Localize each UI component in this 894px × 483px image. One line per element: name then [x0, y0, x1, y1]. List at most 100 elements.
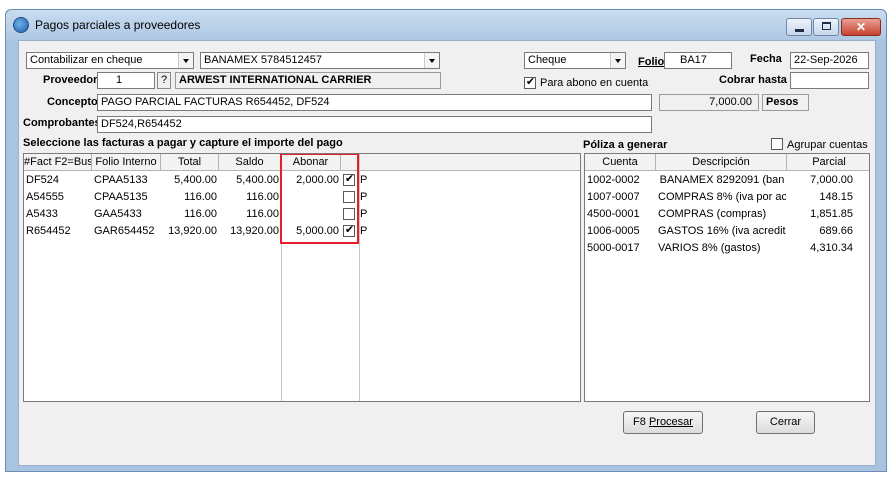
procesar-label: Procesar	[648, 416, 693, 428]
cell-cuenta: 1007-0007	[587, 191, 640, 203]
monto-value: 7,000.00	[709, 96, 752, 108]
cell-descripcion: BANAMEX 8292091 (ban	[659, 174, 785, 186]
col-header-flag[interactable]	[359, 154, 580, 171]
concepto-label: Concepto	[47, 96, 98, 108]
cell-folio: CPAA5135	[94, 191, 148, 203]
form-panel: Contabilizar en cheque BANAMEX 578451245…	[18, 40, 876, 466]
agrupar-checkbox[interactable]	[771, 138, 783, 150]
cell-flag: P	[360, 208, 368, 220]
cell-folio: GAA5433	[94, 208, 142, 220]
poliza-grid[interactable]: Cuenta Descripción Parcial 1002-0002 BAN…	[584, 153, 870, 402]
cell-descripcion: GASTOS 16% (iva acredita	[658, 225, 786, 237]
cell-saldo: 116.00	[246, 191, 279, 203]
moneda-field: Pesos	[762, 94, 809, 111]
cell-flag: P	[360, 174, 368, 186]
minimize-icon	[795, 29, 804, 32]
cell-parcial: 689.66	[819, 225, 853, 237]
proveedor-num-field[interactable]: 1	[97, 72, 155, 89]
cell-total: 116.00	[184, 191, 217, 203]
cell-parcial: 4,310.34	[810, 242, 853, 254]
cell-fact: A5433	[26, 208, 58, 220]
cell-flag: P	[360, 191, 368, 203]
cell-fact: A54555	[26, 191, 64, 203]
cell-cuenta: 1002-0002	[587, 174, 640, 186]
chevron-down-icon[interactable]	[178, 53, 193, 68]
chevron-down-icon[interactable]	[424, 53, 439, 68]
abono-label: Para abono en cuenta	[540, 77, 649, 89]
comprobantes-label: Comprobantes	[23, 117, 101, 129]
col-header-descripcion[interactable]: Descripción	[656, 154, 787, 171]
maximize-button[interactable]	[813, 18, 839, 36]
cerrar-button[interactable]: Cerrar	[756, 411, 815, 434]
proveedor-label: Proveedor	[43, 74, 98, 86]
tipo-value: Cheque	[528, 54, 567, 66]
agrupar-label: Agrupar cuentas	[787, 139, 868, 151]
folio-label: Folio	[638, 56, 665, 68]
comprobantes-value: DF524,R654452	[101, 118, 182, 130]
moneda-value: Pesos	[766, 96, 799, 108]
cell-fact: R654452	[26, 225, 71, 237]
cell-cuenta: 5000-0017	[587, 242, 640, 254]
title-bar[interactable]: Pagos parciales a proveedores ✕	[6, 10, 886, 40]
close-icon: ✕	[855, 20, 867, 34]
comprobantes-field[interactable]: DF524,R654452	[97, 116, 652, 133]
cell-total: 13,920.00	[168, 225, 217, 237]
abonar-highlight	[280, 154, 359, 244]
banco-select[interactable]: BANAMEX 5784512457	[200, 52, 440, 69]
cell-parcial: 1,851.85	[810, 208, 853, 220]
proveedor-nombre-field: ARWEST INTERNATIONAL CARRIER	[175, 72, 441, 89]
concepto-value: PAGO PARCIAL FACTURAS R654452, DF524	[101, 96, 330, 108]
window-title: Pagos parciales a proveedores	[35, 18, 201, 32]
chevron-down-icon[interactable]	[610, 53, 625, 68]
modo-value: Contabilizar en cheque	[30, 54, 143, 66]
cell-fact: DF524	[26, 174, 60, 186]
poliza-caption: Póliza a generar	[583, 139, 668, 151]
modo-select[interactable]: Contabilizar en cheque	[26, 52, 194, 69]
monto-field: 7,000.00	[659, 94, 759, 111]
col-header-parcial[interactable]: Parcial	[787, 154, 869, 171]
facturas-grid[interactable]: #Fact F2=Bus Folio Interno Total Saldo A…	[23, 153, 581, 402]
app-icon	[13, 17, 29, 33]
cell-descripcion: COMPRAS 8% (iva por acr	[658, 191, 786, 203]
cell-saldo: 13,920.00	[230, 225, 279, 237]
cell-descripcion: COMPRAS (compras)	[658, 208, 767, 220]
col-header-fact[interactable]: #Fact F2=Bus	[24, 154, 92, 171]
cell-descripcion: VARIOS 8% (gastos)	[658, 242, 761, 254]
cell-flag: P	[360, 225, 368, 237]
cell-folio: GAR654452	[94, 225, 155, 237]
col-header-total[interactable]: Total	[161, 154, 219, 171]
concepto-field[interactable]: PAGO PARCIAL FACTURAS R654452, DF524	[97, 94, 652, 111]
check-icon: ✔	[525, 76, 536, 88]
col-header-folio[interactable]: Folio Interno	[92, 154, 161, 171]
procesar-key: F8	[633, 416, 649, 428]
cobrar-label: Cobrar hasta	[719, 74, 787, 86]
cell-folio: CPAA5133	[94, 174, 148, 186]
facturas-caption: Seleccione las facturas a pagar y captur…	[23, 137, 343, 149]
fecha-value: 22-Sep-2026	[794, 54, 858, 66]
cell-total: 116.00	[184, 208, 217, 220]
cell-parcial: 148.15	[819, 191, 853, 203]
cell-cuenta: 4500-0001	[587, 208, 640, 220]
minimize-button[interactable]	[786, 18, 812, 36]
cell-parcial: 7,000.00	[810, 174, 853, 186]
proveedor-nombre-value: ARWEST INTERNATIONAL CARRIER	[179, 74, 372, 86]
tipo-select[interactable]: Cheque	[524, 52, 626, 69]
col-header-saldo[interactable]: Saldo	[219, 154, 281, 171]
maximize-icon	[822, 22, 831, 30]
col-header-cuenta[interactable]: Cuenta	[585, 154, 656, 171]
close-button[interactable]: ✕	[841, 18, 881, 36]
fecha-label: Fecha	[750, 53, 782, 65]
proveedor-search-button[interactable]: ?	[157, 72, 171, 89]
folio-value: BA17	[680, 54, 707, 66]
cell-total: 5,400.00	[174, 174, 217, 186]
cell-cuenta: 1006-0005	[587, 225, 640, 237]
folio-field[interactable]: BA17	[664, 52, 732, 69]
cobrar-field[interactable]	[790, 72, 869, 89]
proveedor-num-value: 1	[116, 74, 123, 86]
fecha-field[interactable]: 22-Sep-2026	[790, 52, 869, 69]
banco-value: BANAMEX 5784512457	[204, 54, 323, 66]
procesar-button[interactable]: F8 Procesar	[623, 411, 703, 434]
cell-saldo: 116.00	[246, 208, 279, 220]
cell-saldo: 5,400.00	[236, 174, 279, 186]
abono-checkbox[interactable]: ✔	[524, 76, 536, 89]
